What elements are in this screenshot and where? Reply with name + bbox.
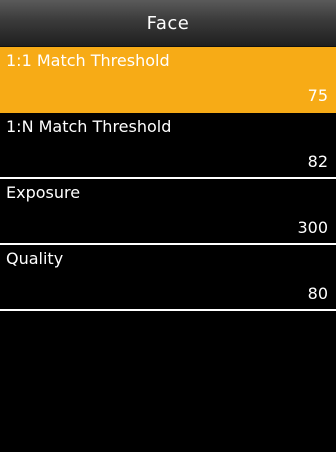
setting-label: Exposure	[6, 183, 81, 202]
page-title: Face	[146, 12, 190, 34]
setting-value: 82	[307, 152, 328, 171]
setting-item-exposure[interactable]: Exposure 300	[0, 179, 336, 245]
setting-label: 1:N Match Threshold	[6, 117, 172, 136]
setting-label: Quality	[6, 249, 64, 268]
setting-value: 75	[307, 86, 328, 105]
setting-label: 1:1 Match Threshold	[6, 51, 170, 70]
setting-value: 80	[307, 284, 328, 303]
setting-item-1-n-match-threshold[interactable]: 1:N Match Threshold 82	[0, 113, 336, 179]
setting-item-quality[interactable]: Quality 80	[0, 245, 336, 311]
setting-value: 300	[297, 218, 328, 237]
setting-item-1-1-match-threshold[interactable]: 1:1 Match Threshold 75	[0, 47, 336, 113]
settings-list: 1:1 Match Threshold 75 1:N Match Thresho…	[0, 47, 336, 311]
title-bar: Face	[0, 0, 336, 47]
